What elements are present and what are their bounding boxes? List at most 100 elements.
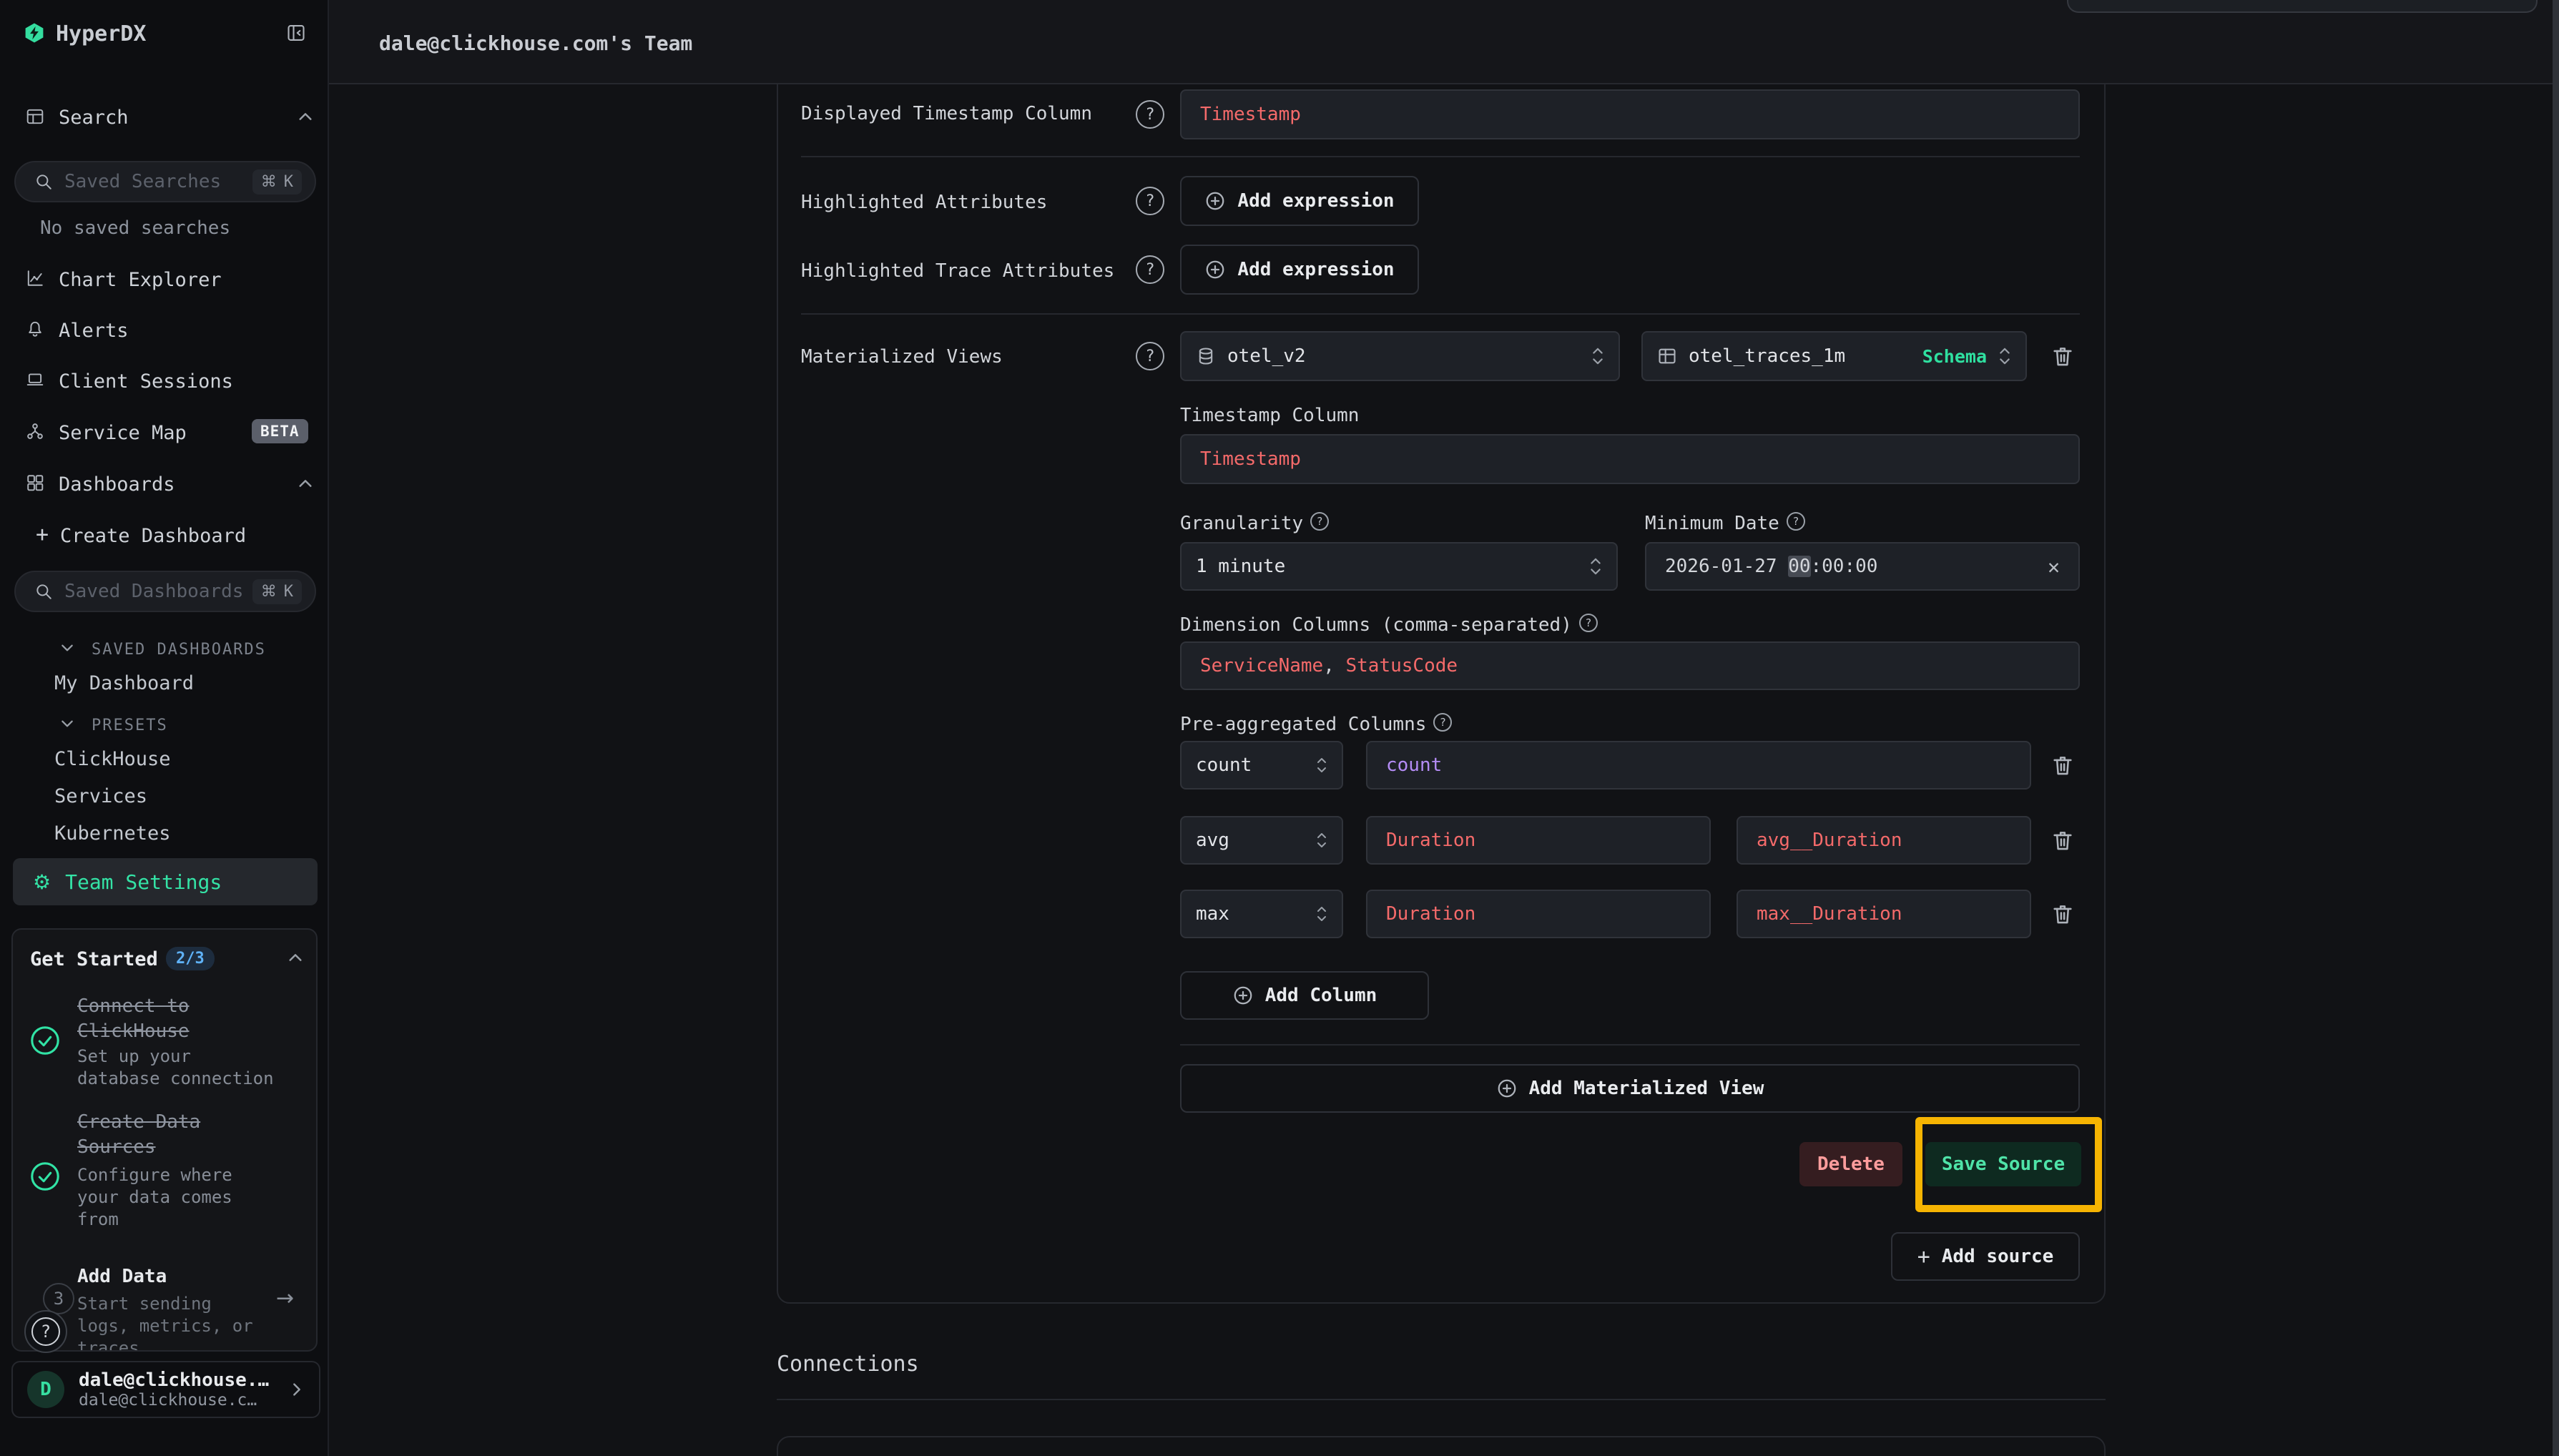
delete-mv-button[interactable] [2047,340,2078,372]
chevron-up-icon[interactable] [298,476,313,494]
granularity-select[interactable]: 1 minute [1180,542,1618,591]
presets-section-header[interactable]: PRESETS [92,717,168,734]
info-circle-icon[interactable]: ? [1579,614,1598,632]
granularity-value: 1 minute [1196,556,1285,577]
sidebar-item-dashboards[interactable]: Dashboards [59,473,175,496]
aggfn-select[interactable]: avg [1180,816,1343,865]
collapse-sidebar-icon[interactable] [286,23,306,46]
delete-column-button[interactable] [2047,749,2078,781]
top-bar: dale@clickhouse.com's Team [329,0,2559,84]
arrow-right-icon: → [276,1286,294,1311]
dashboards-icon [26,473,44,495]
get-started-step-title[interactable]: Create Data Sources [77,1110,200,1160]
get-started-card: Get Started 2/3 Connect to ClickHouse Se… [11,928,318,1352]
dimension-value-1: ServiceName [1200,655,1323,677]
trash-icon [2050,828,2075,852]
aggfn-select[interactable]: count [1180,741,1343,790]
team-settings-content: Displayed Timestamp Column ? Timestamp H… [329,84,2559,1456]
help-circle-icon[interactable]: ? [1136,187,1164,215]
add-materialized-view-button[interactable]: Add Materialized View [1180,1064,2080,1113]
divider [1180,1044,2080,1046]
schema-badge[interactable]: Schema [1922,346,1987,367]
sidebar-item-team-settings[interactable]: ⚙ Team Settings [13,858,318,905]
dimension-value-2: StatusCode [1346,655,1458,677]
minimum-date-selected-segment: 00 [1788,556,1810,577]
user-account-button[interactable]: D dale@clickhouse.… dale@clickhouse.c… [11,1361,320,1418]
chart-explorer-icon [26,269,44,290]
sidebar-item-my-dashboard[interactable]: My Dashboard [54,672,194,694]
agg-expression-input[interactable]: Duration [1366,890,1711,938]
chevron-up-icon[interactable] [298,109,313,127]
agg-expression-value: Duration [1386,903,1475,925]
delete-source-button[interactable]: Delete [1799,1142,1902,1186]
delete-column-button[interactable] [2047,898,2078,930]
laptop-icon [26,370,44,392]
displayed-timestamp-input[interactable]: Timestamp [1180,89,2080,139]
sidebar-item-search[interactable]: Search [59,107,129,129]
help-circle-icon[interactable]: ? [1136,100,1164,129]
timestamp-column-input[interactable]: Timestamp [1180,434,2080,484]
sidebar-item-client-sessions[interactable]: Client Sessions [59,370,233,393]
saved-dashboards-section-header[interactable]: SAVED DASHBOARDS [92,641,266,659]
minimum-date-input[interactable]: 2026-01-27 00:00:00 ✕ [1645,542,2080,591]
sidebar-item-alerts[interactable]: Alerts [59,320,129,342]
chevron-up-icon[interactable] [288,950,303,968]
shortcut-badge: ⌘ K [252,169,302,195]
clear-date-icon[interactable]: ✕ [2048,555,2060,579]
gear-icon: ⚙ [33,870,51,894]
save-source-button[interactable]: Save Source [1925,1142,2081,1186]
table-icon [1657,346,1677,366]
aggfn-select[interactable]: max [1180,890,1343,938]
divider [801,313,2080,315]
saved-searches-placeholder: Saved Searches [64,171,252,192]
info-circle-icon[interactable]: ? [1310,512,1329,531]
agg-alias-input[interactable]: avg__Duration [1737,816,2031,865]
saved-searches-input[interactable]: Saved Searches ⌘ K [14,161,316,202]
bell-icon [26,320,44,341]
add-column-button[interactable]: Add Column [1180,971,1429,1020]
sidebar-item-services[interactable]: Services [54,785,147,807]
help-button[interactable]: ? [24,1310,67,1353]
help-circle-icon[interactable]: ? [1136,255,1164,284]
add-expression-button[interactable]: Add expression [1180,176,1419,226]
scrollbar[interactable] [2553,0,2559,1456]
check-circle-icon [29,1160,62,1196]
agg-alias-value: avg__Duration [1757,830,1902,851]
create-dashboard-button[interactable]: Create Dashboard [60,525,246,547]
mv-database-select[interactable]: otel_v2 [1180,331,1620,381]
minimum-date-prefix: 2026-01-27 [1665,556,1788,577]
sidebar-item-service-map[interactable]: Service Map [59,422,187,444]
select-chevrons-icon [1591,346,1604,366]
add-expression-button[interactable]: Add expression [1180,245,1419,295]
circle-plus-icon [1204,190,1226,212]
agg-expression-input[interactable]: count [1366,741,2031,790]
dimension-columns-input[interactable]: ServiceName, StatusCode [1180,641,2080,690]
agg-alias-input[interactable]: max__Duration [1737,890,2031,938]
saved-dashboards-input[interactable]: Saved Dashboards ⌘ K [14,571,316,612]
team-settings-label: Team Settings [65,870,222,894]
mv-table-select[interactable]: otel_traces_1m Schema [1641,331,2027,381]
help-circle-icon[interactable]: ? [1136,342,1164,370]
delete-column-button[interactable] [2047,825,2078,856]
agg-expression-value: count [1386,754,1442,776]
preaggregated-columns-label: Pre-aggregated Columns? [1180,713,1452,735]
agg-expression-input[interactable]: Duration [1366,816,1711,865]
sidebar-item-clickhouse[interactable]: ClickHouse [54,748,171,770]
sidebar-item-kubernetes[interactable]: Kubernetes [54,822,171,845]
materialized-views-label: Materialized Views [801,346,1003,368]
circle-plus-icon [1496,1078,1518,1099]
chevron-down-icon[interactable] [60,641,74,658]
get-started-step-title[interactable]: Connect to ClickHouse [77,994,190,1044]
info-circle-icon[interactable]: ? [1433,713,1452,732]
database-icon [1196,346,1216,366]
dimension-separator: , [1323,655,1345,677]
chevron-down-icon[interactable] [60,717,74,734]
add-source-button[interactable]: + Add source [1891,1232,2080,1281]
get-started-step-title[interactable]: Add Data [77,1266,167,1287]
minimum-date-suffix: :00:00 [1811,556,1878,577]
no-saved-searches-text: No saved searches [40,217,230,239]
minimum-date-label: Minimum Date? [1645,512,1805,534]
info-circle-icon[interactable]: ? [1787,512,1805,531]
sidebar-item-chart-explorer[interactable]: Chart Explorer [59,269,222,291]
displayed-timestamp-value: Timestamp [1200,104,1301,125]
